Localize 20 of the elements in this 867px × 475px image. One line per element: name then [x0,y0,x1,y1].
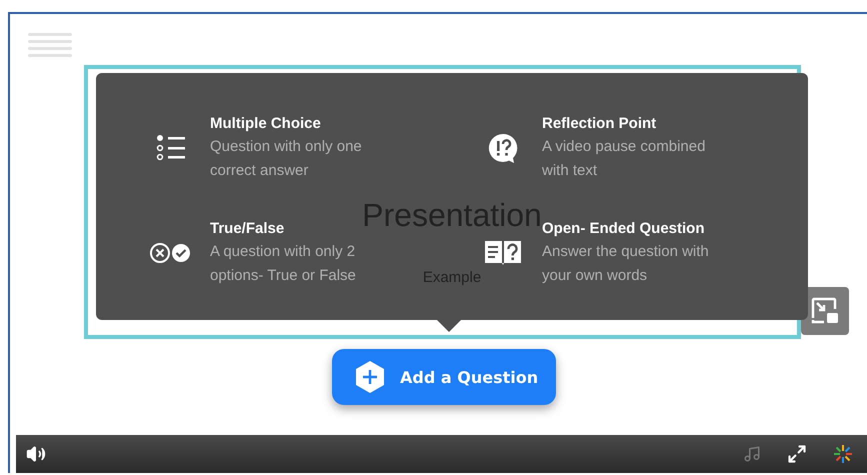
question-type-description: Answer the question with your own words [542,242,710,286]
question-type-description: Question with only one correct answer [210,137,363,181]
question-type-title[interactable]: Multiple Choice [210,113,321,135]
question-type-description: A video pause combined with text [542,137,706,181]
volume-icon[interactable] [26,444,46,464]
question-type-title[interactable]: True/False [210,218,284,240]
cross-check-icon [149,242,193,264]
question-type-title[interactable]: Open- Ended Question [542,218,705,240]
question-type-description: A question with only 2 options- True or False [210,242,357,286]
list-icon [156,135,186,161]
music-note-icon[interactable] [743,445,761,463]
minimize-icon [810,296,840,326]
book-question-icon [484,240,522,266]
hexagon-plus-icon [354,360,386,394]
sparkle-icon[interactable] [833,444,853,464]
add-question-button[interactable]: Add a Question [332,349,556,405]
speech-bubble-question-icon [487,132,519,164]
minimize-button[interactable] [801,287,849,335]
question-type-title[interactable]: Reflection Point [542,113,656,135]
fullscreen-icon[interactable] [787,444,807,464]
